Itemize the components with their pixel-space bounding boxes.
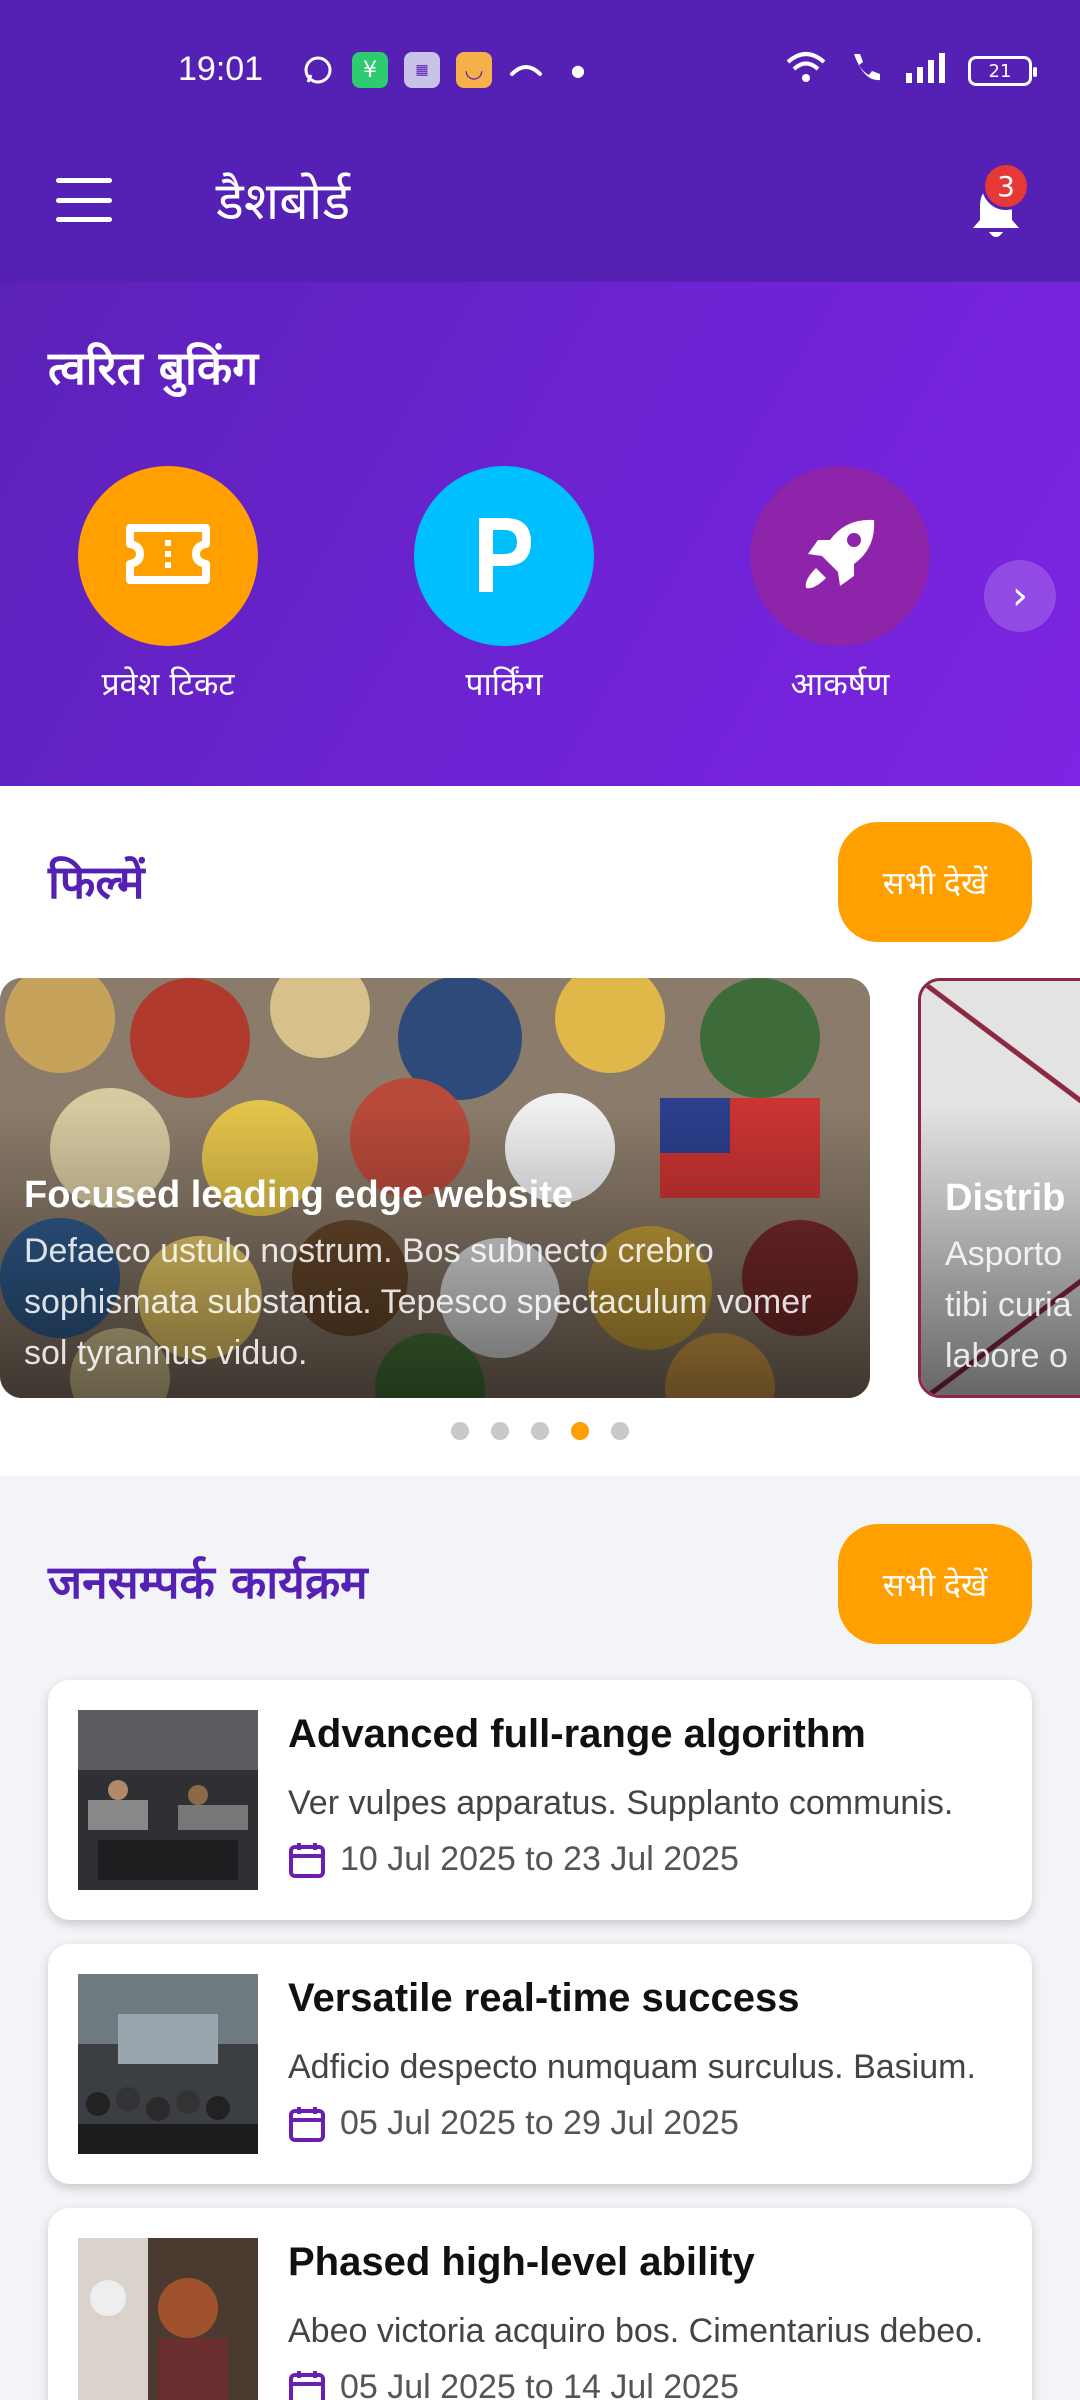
rocket-icon xyxy=(796,510,884,602)
top-header: 19:01 ¥ ▦ ◡ ● 21 डैशबोर्ड 3 xyxy=(0,0,1080,282)
calendar-icon xyxy=(289,1842,325,1878)
event-date-row: 05 Jul 2025 to 29 Jul 2025 xyxy=(288,2104,739,2143)
dot-icon: ● xyxy=(571,60,585,80)
event-title: Advanced full-range algorithm xyxy=(288,1712,866,1756)
event-date-row: 05 Jul 2025 to 14 Jul 2025 xyxy=(288,2368,739,2400)
carousel-dot[interactable] xyxy=(611,1422,629,1440)
events-see-all-button[interactable]: सभी देखें xyxy=(838,1524,1032,1644)
smile-app-icon: ◡ xyxy=(456,52,492,88)
system-icons: 21 xyxy=(784,50,1037,92)
calendar-icon xyxy=(289,2370,325,2400)
parking-icon xyxy=(469,512,539,600)
quick-item-circle xyxy=(414,466,594,646)
battery-icon: 21 xyxy=(968,56,1037,86)
carousel-dot[interactable] xyxy=(451,1422,469,1440)
carousel-dot[interactable] xyxy=(491,1422,509,1440)
quick-item-attractions[interactable]: आकर्षण xyxy=(750,466,930,705)
whatsapp-icon xyxy=(300,52,336,88)
event-date: 05 Jul 2025 to 14 Jul 2025 xyxy=(340,2368,739,2400)
notification-badge: 3 xyxy=(982,162,1030,210)
signal-icon xyxy=(904,51,948,91)
film-description: Asporto tibi curia labore o xyxy=(945,1235,1072,1375)
quick-item-circle xyxy=(750,466,930,646)
status-bar: 19:01 ¥ ▦ ◡ ● 21 xyxy=(0,0,1080,140)
event-card[interactable]: Advanced full-range algorithm Ver vulpes… xyxy=(48,1680,1032,1920)
events-title: जनसम्पर्क कार्यक्रम xyxy=(48,1555,368,1609)
event-thumbnail xyxy=(78,1710,258,1890)
events-section: जनसम्पर्क कार्यक्रम सभी देखें Advanced f… xyxy=(0,1476,1080,2400)
event-title: Versatile real-time success xyxy=(288,1976,800,2020)
film-card[interactable]: Distrib Asporto tibi curia labore o xyxy=(918,978,1080,1398)
film-description: Defaeco ustulo nostrum. Bos subnecto cre… xyxy=(24,1232,812,1372)
event-description: Abeo victoria acquiro bos. Cimentarius d… xyxy=(288,2312,984,2350)
event-thumbnail xyxy=(78,1974,258,2154)
app-badge-icon: ▦ xyxy=(404,52,440,88)
quick-item-parking[interactable]: पार्किंग xyxy=(414,466,594,705)
quick-booking-title: त्वरित बुकिंग xyxy=(48,341,259,395)
quick-item-label: प्रवेश टिकट xyxy=(101,665,235,703)
event-date: 05 Jul 2025 to 29 Jul 2025 xyxy=(340,2104,739,2142)
ticket-icon xyxy=(126,522,210,590)
film-title: Focused leading edge website xyxy=(24,1174,574,1216)
films-see-all-button[interactable]: सभी देखें xyxy=(838,822,1032,942)
event-date: 10 Jul 2025 to 23 Jul 2025 xyxy=(340,1840,739,1878)
page-title: डैशबोर्ड xyxy=(216,172,351,232)
app-notification-icon: ¥ xyxy=(352,52,388,88)
carousel-dot[interactable] xyxy=(531,1422,549,1440)
event-date-row: 10 Jul 2025 to 23 Jul 2025 xyxy=(288,1840,739,1879)
film-title: Distrib xyxy=(945,1177,1066,1219)
status-time: 19:01 xyxy=(178,50,264,88)
wifi-call-icon xyxy=(848,50,884,92)
quick-item-circle xyxy=(78,466,258,646)
films-title: फिल्में xyxy=(48,855,145,909)
carousel-dot-active[interactable] xyxy=(571,1422,589,1440)
missed-call-icon xyxy=(508,52,544,88)
carousel-indicator xyxy=(0,1422,1080,1440)
menu-icon[interactable] xyxy=(56,178,112,222)
wifi-icon xyxy=(784,50,828,92)
quick-item-label: पार्किंग xyxy=(465,665,543,703)
event-title: Phased high-level ability xyxy=(288,2240,755,2284)
quick-item-label: आकर्षण xyxy=(790,665,890,703)
film-card[interactable]: Focused leading edge website Defaeco ust… xyxy=(0,978,870,1398)
quick-booking-section: त्वरित बुकिंग प्रवेश टिकट पार्किंग आकर्ष… xyxy=(0,282,1080,786)
notification-icons: ¥ ▦ ◡ ● xyxy=(300,52,596,88)
quick-item-entry-ticket[interactable]: प्रवेश टिकट xyxy=(78,466,258,705)
event-card[interactable]: Versatile real-time success Adficio desp… xyxy=(48,1944,1032,2184)
event-card[interactable]: Phased high-level ability Abeo victoria … xyxy=(48,2208,1032,2400)
event-description: Adficio despecto numquam surculus. Basiu… xyxy=(288,2048,976,2086)
event-thumbnail xyxy=(78,2238,258,2400)
films-section: फिल्में सभी देखें Focused leading edge w… xyxy=(0,786,1080,1476)
app-bar: डैशबोर्ड 3 xyxy=(0,140,1080,282)
calendar-icon xyxy=(289,2106,325,2142)
event-description: Ver vulpes apparatus. Supplanto communis… xyxy=(288,1784,954,1822)
chevron-right-icon[interactable]: › xyxy=(984,560,1056,632)
